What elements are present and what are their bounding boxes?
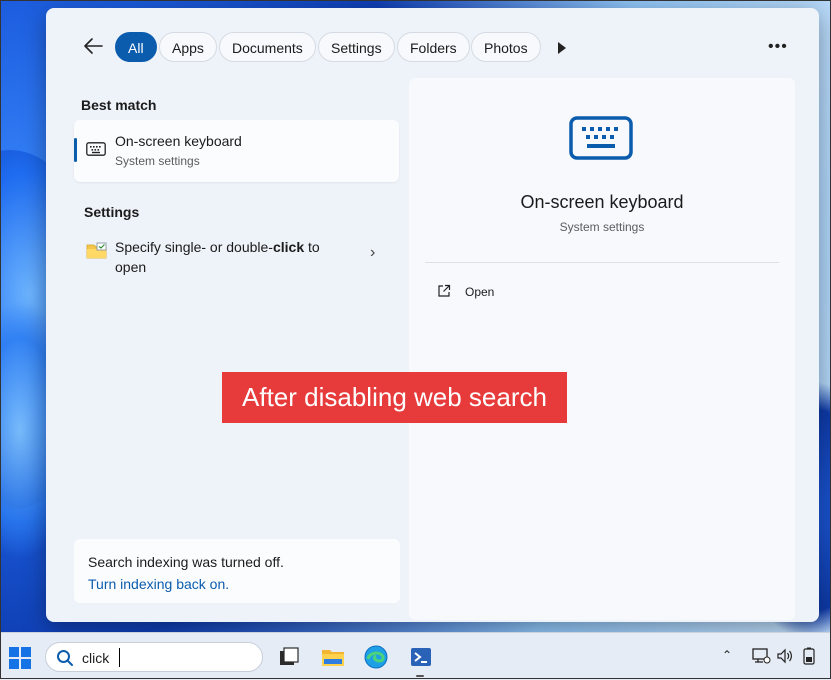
preview-pane: On-screen keyboard System settings Open — [409, 78, 795, 620]
more-options-icon[interactable]: ••• — [768, 38, 788, 56]
chevron-right-icon: › — [370, 244, 376, 261]
annotation-label: After disabling web search — [222, 372, 567, 423]
task-view-icon[interactable] — [277, 645, 301, 669]
network-icon[interactable] — [751, 646, 771, 666]
more-filters-play-icon[interactable] — [558, 42, 566, 54]
windows-logo-icon — [21, 659, 31, 669]
windows-logo-icon — [21, 647, 31, 657]
file-explorer-icon[interactable] — [321, 645, 345, 669]
turn-indexing-on-link[interactable]: Turn indexing back on. — [88, 576, 229, 592]
best-match-title: On-screen keyboard — [115, 133, 242, 149]
settings-heading: Settings — [84, 204, 140, 220]
start-button[interactable] — [9, 647, 31, 669]
running-app-indicator — [416, 675, 424, 677]
setting-result-label: Specify single- or double-click to open — [115, 239, 320, 275]
best-match-subtitle: System settings — [115, 154, 200, 168]
results-list: Best match On-screen keyboard System set… — [46, 80, 408, 622]
setting-result-click-behavior[interactable]: Specify single- or double-click to open … — [74, 232, 399, 278]
powershell-icon[interactable] — [409, 645, 433, 669]
divider — [425, 262, 779, 263]
folder-options-icon — [86, 242, 107, 259]
keyboard-icon — [86, 142, 106, 156]
filter-bar: All Apps Documents Settings Folders Phot… — [46, 8, 819, 80]
tab-photos[interactable]: Photos — [471, 32, 541, 62]
text-caret — [119, 648, 120, 667]
back-button[interactable] — [82, 36, 106, 56]
preview-title: On-screen keyboard — [520, 192, 684, 212]
keyboard-icon — [569, 116, 633, 160]
tab-settings[interactable]: Settings — [318, 32, 395, 62]
selection-indicator — [74, 138, 77, 162]
tab-apps[interactable]: Apps — [159, 32, 217, 62]
search-query: click — [82, 650, 110, 666]
tab-folders[interactable]: Folders — [397, 32, 470, 62]
best-match-result[interactable]: On-screen keyboard System settings — [74, 120, 399, 182]
back-arrow-icon — [84, 38, 103, 54]
windows-logo-icon — [9, 659, 19, 669]
open-action[interactable]: Open — [425, 276, 779, 306]
search-icon — [57, 650, 73, 666]
edge-browser-icon[interactable] — [364, 645, 388, 669]
open-external-icon — [438, 284, 451, 297]
indexing-message: Search indexing was turned off. — [88, 554, 284, 570]
taskbar-search-input[interactable]: click — [45, 642, 263, 672]
tab-all[interactable]: All — [115, 32, 157, 62]
battery-icon[interactable] — [799, 646, 819, 666]
tab-documents[interactable]: Documents — [219, 32, 316, 62]
show-hidden-icons-chevron-icon[interactable]: ⌃ — [722, 648, 732, 662]
taskbar: click ⌃ — [0, 632, 831, 680]
preview-subtitle: System settings — [559, 220, 645, 234]
windows-logo-icon — [9, 647, 19, 657]
open-label: Open — [465, 285, 495, 299]
volume-icon[interactable] — [775, 646, 795, 666]
search-flyout: All Apps Documents Settings Folders Phot… — [46, 8, 819, 622]
indexing-notice: Search indexing was turned off. Turn ind… — [74, 539, 400, 603]
best-match-heading: Best match — [81, 97, 157, 113]
